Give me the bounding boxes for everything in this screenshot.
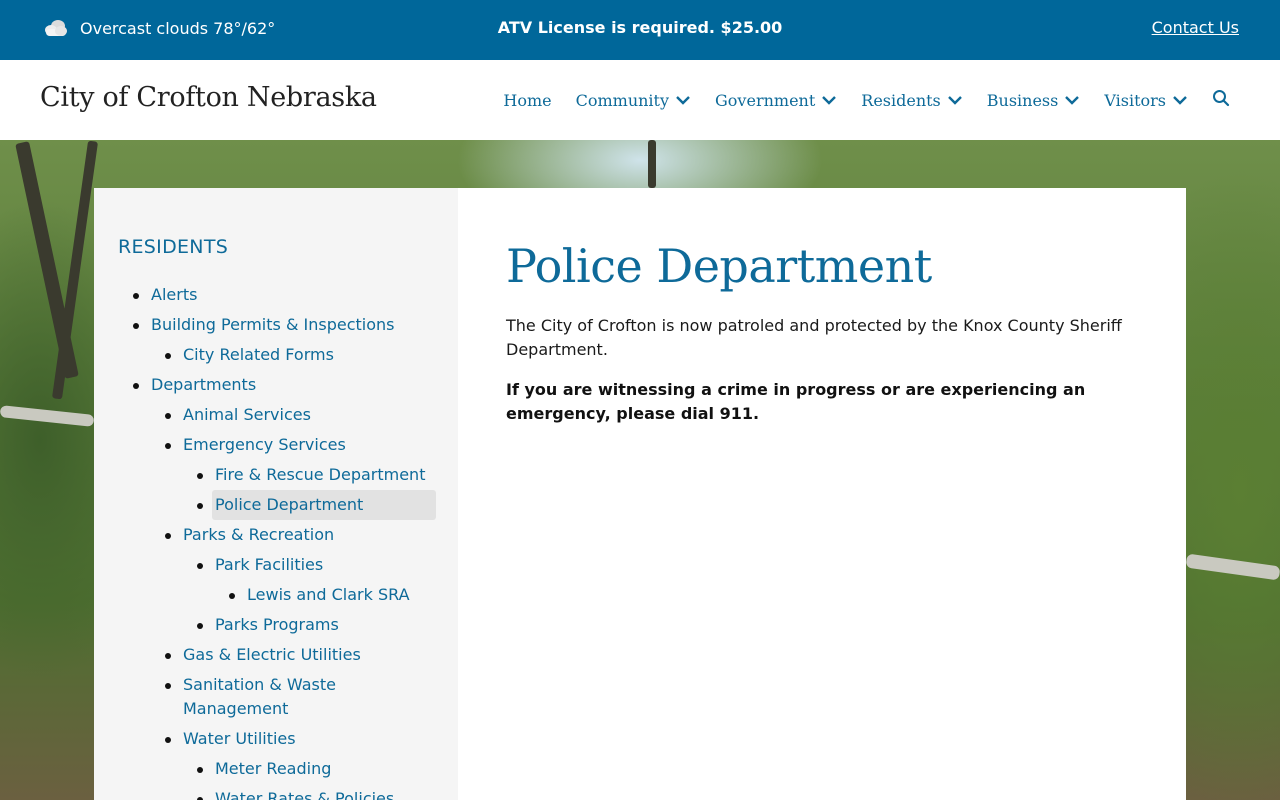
sidebar-item-parks-recreation[interactable]: Parks & Recreation — [165, 520, 436, 550]
search-button[interactable] — [1212, 89, 1230, 111]
sidebar-heading[interactable]: RESIDENTS — [118, 236, 436, 258]
sidebar-item-meter-reading[interactable]: Meter Reading — [197, 754, 436, 784]
nav-label: Visitors — [1104, 90, 1166, 110]
nav-label: Residents — [861, 90, 941, 110]
sidebar-item-animal-services[interactable]: Animal Services — [165, 400, 436, 430]
contact-us-link[interactable]: Contact Us — [1152, 18, 1239, 37]
sidebar-item-water-rates[interactable]: Water Rates & Policies — [197, 784, 436, 800]
park-path — [0, 405, 95, 427]
nav-label: Business — [986, 90, 1059, 110]
site-header: City of Crofton Nebraska Home Community … — [0, 60, 1280, 140]
sidebar-item-gas-electric[interactable]: Gas & Electric Utilities — [165, 640, 436, 670]
sidebar-item-building-permits[interactable]: Building Permits & Inspections — [133, 310, 436, 340]
sidebar-item-water-utilities[interactable]: Water Utilities — [165, 724, 436, 754]
nav-item-residents[interactable]: Residents — [861, 91, 963, 110]
nav-label: Government — [715, 90, 816, 110]
alert-message: ATV License is required. $25.00 — [497, 18, 783, 37]
sidebar-nav-tree: Alerts Building Permits & Inspections Ci… — [118, 280, 436, 800]
sidebar-item-lewis-clark-sra[interactable]: Lewis and Clark SRA — [229, 580, 436, 610]
nav-item-visitors[interactable]: Visitors — [1104, 91, 1188, 110]
nav-label: Community — [575, 90, 670, 110]
chevron-down-icon — [1064, 95, 1080, 105]
content-card: RESIDENTS Alerts Building Permits & Insp… — [94, 188, 1186, 800]
sidebar-item-emergency-services[interactable]: Emergency Services — [165, 430, 436, 460]
sidebar-item-departments[interactable]: Departments — [133, 370, 436, 400]
nav-item-community[interactable]: Community — [576, 91, 691, 110]
page-title: Police Department — [506, 239, 932, 293]
sidebar-item-fire-rescue[interactable]: Fire & Rescue Department — [197, 460, 436, 490]
main-content: Police Department The City of Crofton is… — [458, 188, 1186, 800]
chevron-down-icon — [947, 95, 963, 105]
search-icon — [1212, 89, 1230, 111]
chevron-down-icon — [1172, 95, 1188, 105]
nav-item-business[interactable]: Business — [987, 91, 1081, 110]
emergency-notice: If you are witnessing a crime in progres… — [506, 380, 1086, 423]
tree-trunk — [648, 140, 656, 188]
sidebar-item-parks-programs[interactable]: Parks Programs — [197, 610, 436, 640]
chevron-down-icon — [675, 95, 691, 105]
nav-item-government[interactable]: Government — [715, 91, 837, 110]
nav-item-home[interactable]: Home — [503, 91, 551, 110]
site-title[interactable]: City of Crofton Nebraska — [40, 82, 377, 113]
sidebar-item-alerts[interactable]: Alerts — [133, 280, 436, 310]
sidebar-item-city-related-forms[interactable]: City Related Forms — [165, 340, 436, 370]
main-nav: Home Community Government Residents Busi… — [479, 60, 1230, 140]
sidebar-item-park-facilities[interactable]: Park Facilities — [197, 550, 436, 580]
chevron-down-icon — [821, 95, 837, 105]
sidebar-item-sanitation[interactable]: Sanitation & Waste Management — [165, 670, 436, 724]
nav-label: Home — [503, 90, 552, 110]
intro-paragraph: The City of Crofton is now patroled and … — [506, 316, 1122, 359]
park-path — [1185, 553, 1280, 581]
top-alert-bar: Overcast clouds 78°/62° ATV License is r… — [0, 0, 1280, 60]
section-sidebar: RESIDENTS Alerts Building Permits & Insp… — [94, 188, 458, 800]
sidebar-item-police-department[interactable]: Police Department — [197, 490, 436, 520]
